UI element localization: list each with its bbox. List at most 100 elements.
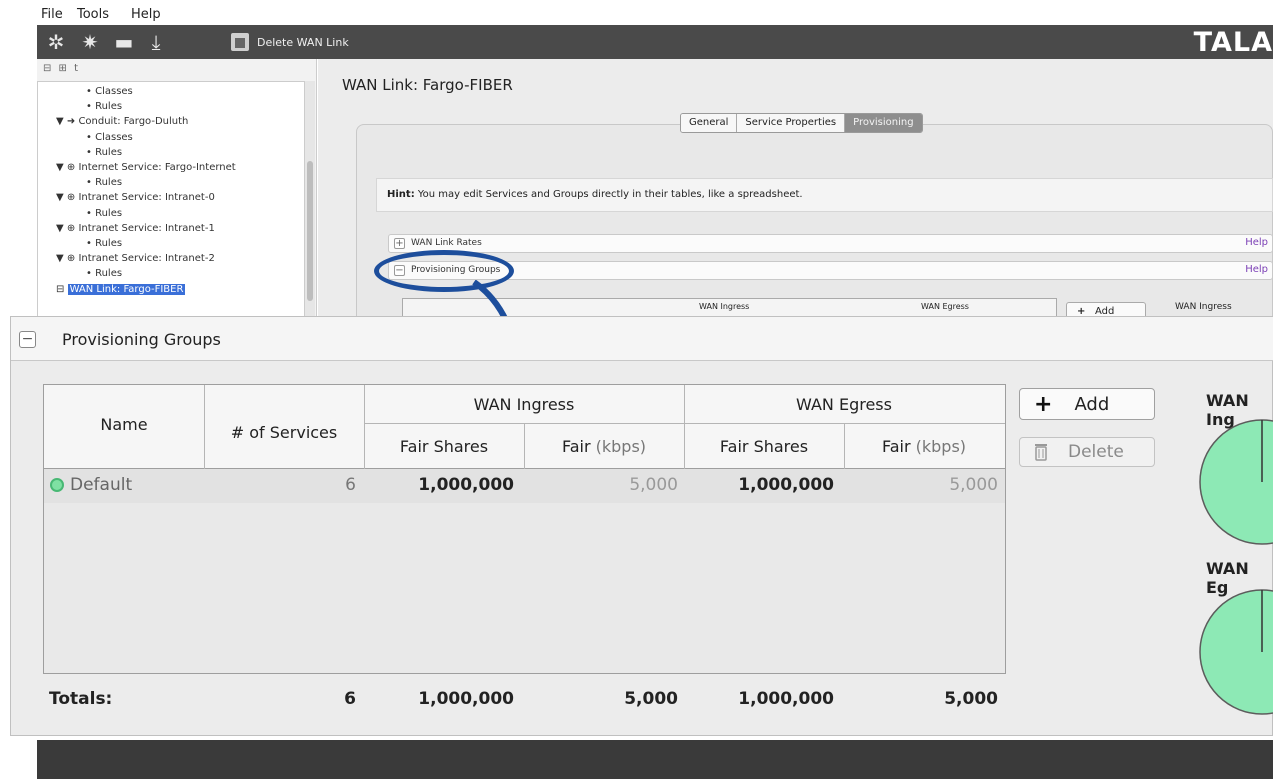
tree-item[interactable]: • Rules bbox=[86, 177, 122, 188]
tree-item-label: Intranet Service: Intranet-2 bbox=[78, 253, 215, 265]
tree-item-prefix[interactable]: ▼ ⊕ bbox=[56, 223, 75, 234]
tree-toolbar[interactable]: ⊟ ⊞ t bbox=[43, 63, 80, 74]
tree-item-prefix[interactable]: • bbox=[86, 208, 92, 219]
wan-link-rates-help-link[interactable]: Help bbox=[1245, 237, 1268, 248]
tree-item-prefix[interactable]: • bbox=[86, 268, 92, 279]
brand-logo: TALA bbox=[1193, 27, 1273, 58]
status-bar bbox=[37, 740, 1273, 779]
download-icon[interactable]: ⤓ bbox=[145, 31, 167, 53]
tree-item[interactable]: • Rules bbox=[86, 238, 122, 249]
tree-item-prefix[interactable]: ▼ ⊕ bbox=[56, 162, 75, 173]
tree-item-prefix[interactable]: • bbox=[86, 86, 92, 97]
row-ingress-fair-shares[interactable]: 1,000,000 bbox=[364, 475, 514, 495]
tree-item-prefix[interactable]: • bbox=[86, 147, 92, 158]
menu-file[interactable]: File bbox=[41, 7, 63, 22]
gear-outline-icon[interactable]: ✷ bbox=[79, 31, 101, 53]
mini-ingress-header: WAN Ingress bbox=[699, 302, 750, 311]
row-egress-fair[interactable]: 5,000 bbox=[844, 475, 998, 495]
tree-item-label: Intranet Service: Intranet-0 bbox=[78, 192, 215, 204]
row-egress-fair-shares[interactable]: 1,000,000 bbox=[684, 475, 834, 495]
tree-item-label: Classes bbox=[95, 86, 133, 97]
col-header-name[interactable]: Name bbox=[44, 415, 204, 434]
tree-item-prefix[interactable]: ⊟ bbox=[56, 284, 64, 295]
col-header-egress-fair-shares[interactable]: Fair Shares bbox=[684, 437, 844, 456]
mini-egress-header: WAN Egress bbox=[921, 302, 969, 311]
provisioning-groups-section[interactable]: − Provisioning Groups Help bbox=[388, 261, 1273, 280]
tree-item[interactable]: ▼ ➜ Conduit: Fargo-Duluth bbox=[56, 116, 188, 127]
col-header-ingress-fair-shares[interactable]: Fair Shares bbox=[364, 437, 524, 456]
tab-provisioning[interactable]: Provisioning bbox=[845, 114, 922, 132]
tree-item-prefix[interactable]: • bbox=[86, 177, 92, 188]
totals-label: Totals: bbox=[49, 689, 113, 709]
row-services[interactable]: 6 bbox=[204, 475, 356, 495]
tree-item[interactable]: ▼ ⊕ Intranet Service: Intranet-2 bbox=[56, 253, 215, 264]
trash-icon bbox=[1035, 444, 1047, 461]
delete-group-button[interactable]: Delete bbox=[1019, 437, 1155, 467]
wan-link-rates-label: WAN Link Rates bbox=[411, 238, 482, 248]
menu-help[interactable]: Help bbox=[131, 7, 161, 22]
folder-icon[interactable]: ▬ bbox=[113, 31, 135, 53]
col-header-services[interactable]: # of Services bbox=[204, 423, 364, 442]
totals-ingress-fair-shares: 1,000,000 bbox=[418, 689, 514, 709]
tree-item[interactable]: • Rules bbox=[86, 268, 122, 279]
egress-pie-chart bbox=[1199, 589, 1273, 715]
tree-item[interactable]: ▼ ⊕ Intranet Service: Intranet-0 bbox=[56, 192, 215, 203]
tab-general[interactable]: General bbox=[681, 114, 738, 132]
tab-bar: General Service Properties Provisioning bbox=[680, 113, 923, 133]
tree-item-label: WAN Link: Fargo-FIBER bbox=[67, 283, 186, 295]
navigation-panel: ⊟ ⊞ t • Classes • Rules ▼ ➜ Conduit: Fargo… bbox=[37, 59, 317, 329]
tab-service-properties[interactable]: Service Properties bbox=[737, 114, 846, 132]
kbps-label: (kbps) bbox=[915, 437, 967, 456]
gear-icon[interactable]: ✲ bbox=[45, 31, 67, 53]
tree-item-prefix[interactable]: ▼ ⊕ bbox=[56, 192, 75, 203]
add-label: Add bbox=[1074, 393, 1110, 415]
page-title: WAN Link: Fargo-FIBER bbox=[342, 76, 513, 94]
provisioning-groups-help-link[interactable]: Help bbox=[1245, 264, 1268, 275]
tree-item[interactable]: • Rules bbox=[86, 147, 122, 158]
expand-icon[interactable]: + bbox=[394, 238, 405, 249]
tree-item-prefix[interactable]: ▼ ➜ bbox=[56, 116, 75, 127]
tree-item-prefix[interactable]: • bbox=[86, 238, 92, 249]
table-header: Name # of Services WAN Ingress WAN Egres… bbox=[44, 385, 1005, 469]
collapse-icon[interactable]: − bbox=[19, 331, 36, 348]
tree-item-label: Rules bbox=[95, 268, 123, 280]
ingress-pie-chart bbox=[1199, 419, 1273, 545]
tree-item[interactable]: • Classes bbox=[86, 132, 133, 143]
totals-egress-fair: 5,000 bbox=[944, 689, 998, 709]
tree-item[interactable]: • Rules bbox=[86, 208, 122, 219]
row-ingress-fair[interactable]: 5,000 bbox=[524, 475, 678, 495]
tree-item-prefix[interactable]: ▼ ⊕ bbox=[56, 253, 75, 264]
col-header-egress-fair[interactable]: Fair (kbps) bbox=[844, 437, 1004, 456]
tree-item-label: Conduit: Fargo-Duluth bbox=[78, 116, 189, 128]
tree-item[interactable]: • Classes bbox=[86, 86, 133, 97]
config-tree: • Classes • Rules ▼ ➜ Conduit: Fargo-Dulut… bbox=[37, 81, 305, 321]
tree-item[interactable]: ⊟ WAN Link: Fargo-FIBER bbox=[56, 283, 186, 295]
tree-item[interactable]: • Rules bbox=[86, 101, 122, 112]
tree-item[interactable]: ▼ ⊕ Internet Service: Fargo-Internet bbox=[56, 162, 236, 173]
col-group-ingress: WAN Ingress bbox=[473, 395, 575, 414]
menu-tools[interactable]: Tools bbox=[77, 7, 109, 22]
hint-text: You may edit Services and Groups directl… bbox=[414, 189, 803, 200]
tree-item-label: Classes bbox=[95, 131, 133, 143]
row-name-cell[interactable]: Default bbox=[50, 475, 132, 495]
tree-item-label: Internet Service: Fargo-Internet bbox=[78, 162, 236, 173]
tree-item-label: Rules bbox=[95, 101, 123, 113]
wan-link-rates-section[interactable]: + WAN Link Rates Help bbox=[388, 234, 1273, 253]
totals-services: 6 bbox=[344, 689, 356, 709]
tree-item-label: Intranet Service: Intranet-1 bbox=[78, 222, 215, 234]
tree-item-prefix[interactable]: • bbox=[86, 101, 92, 112]
tree-scroll-thumb[interactable] bbox=[307, 161, 313, 301]
tree-item-prefix[interactable]: • bbox=[86, 132, 92, 143]
totals-egress-fair-shares: 1,000,000 bbox=[738, 689, 834, 709]
tree-scrollbar[interactable] bbox=[305, 81, 315, 321]
kbps-label: (kbps) bbox=[595, 437, 647, 456]
zoom-panel-header: − Provisioning Groups bbox=[11, 317, 1273, 361]
plus-icon: + bbox=[1034, 391, 1053, 417]
add-group-button[interactable]: + Add bbox=[1019, 388, 1155, 420]
mini-ingress-label: WAN Ingress bbox=[1175, 302, 1232, 312]
status-dot-icon bbox=[50, 478, 64, 492]
tree-item[interactable]: ▼ ⊕ Intranet Service: Intranet-1 bbox=[56, 223, 215, 234]
col-header-ingress-fair[interactable]: Fair (kbps) bbox=[524, 437, 684, 456]
provisioning-groups-zoom-panel: − Provisioning Groups Name # of Services… bbox=[10, 316, 1273, 736]
delete-wan-link-button[interactable]: Delete WAN Link bbox=[231, 31, 349, 53]
